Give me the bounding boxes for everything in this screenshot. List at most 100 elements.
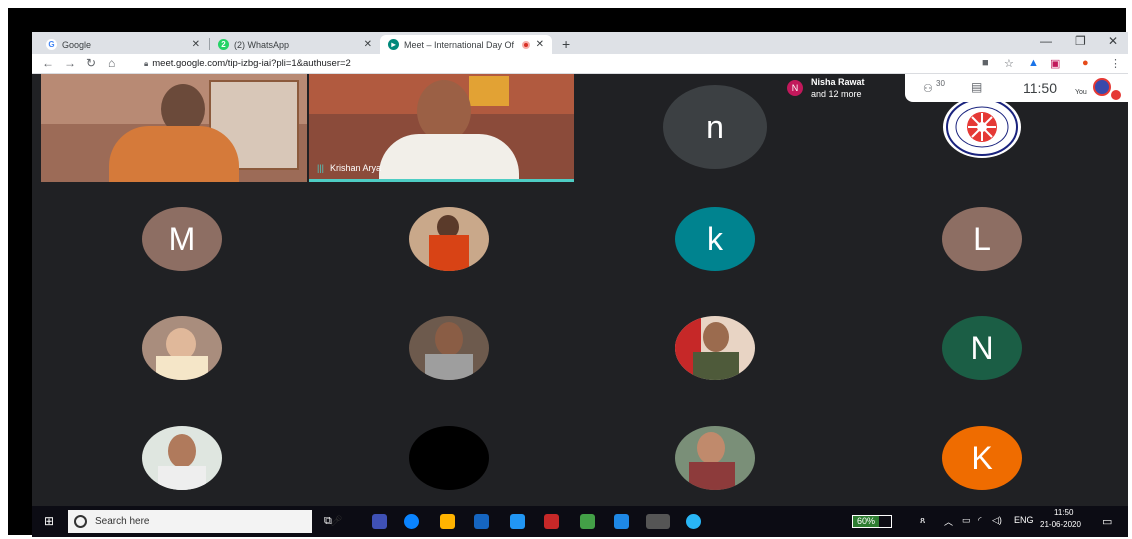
clock-date[interactable]: 21-06-2020 bbox=[1040, 520, 1081, 529]
join-notification[interactable]: N Nisha Rawat and 12 more bbox=[779, 74, 903, 102]
tab-title: Meet – International Day Of bbox=[404, 39, 515, 50]
participant-photo[interactable] bbox=[409, 316, 489, 380]
windows-start-icon[interactable]: ⊞ bbox=[44, 514, 54, 528]
participant-name-tag: ||| Krishan Arya bbox=[317, 163, 381, 173]
minimize-button[interactable]: — bbox=[1040, 34, 1052, 48]
photo-body bbox=[429, 235, 469, 271]
photo-head bbox=[697, 432, 725, 464]
participant-avatar[interactable]: n bbox=[675, 95, 755, 159]
notification-avatar: N bbox=[787, 80, 803, 96]
tab-whatsapp[interactable]: 2 (2) WhatsApp ✕ bbox=[210, 35, 380, 54]
photo-head bbox=[703, 322, 729, 352]
participant-video-tile[interactable] bbox=[41, 74, 307, 182]
photo-head bbox=[435, 322, 463, 356]
people-icon[interactable]: ⚇ bbox=[923, 82, 933, 95]
video-person-body bbox=[379, 134, 519, 179]
close-tab-icon[interactable]: ✕ bbox=[364, 39, 372, 50]
video-person-body bbox=[109, 126, 239, 182]
nss-logo-icon bbox=[943, 96, 1021, 158]
close-window-button[interactable]: ✕ bbox=[1108, 34, 1118, 48]
participant-avatar[interactable] bbox=[409, 426, 489, 490]
forward-icon[interactable]: → bbox=[64, 56, 76, 70]
avatar-letter: N bbox=[970, 329, 994, 366]
people-tray-icon[interactable]: ጸ bbox=[920, 515, 925, 526]
photo-body bbox=[693, 352, 739, 380]
self-avatar[interactable] bbox=[1093, 78, 1111, 96]
notification-center-icon[interactable]: ▭ bbox=[1102, 515, 1112, 528]
participant-photo[interactable] bbox=[409, 207, 489, 271]
extension-icon[interactable]: ▲ bbox=[1028, 57, 1039, 69]
menu-icon[interactable]: ⋮ bbox=[1110, 57, 1121, 70]
telegram-icon[interactable] bbox=[686, 514, 701, 529]
app-icon[interactable] bbox=[372, 514, 387, 529]
avatar-letter: M bbox=[168, 220, 196, 257]
camera-icon[interactable]: ■ bbox=[982, 57, 989, 69]
task-view-icon[interactable]: ⧉ bbox=[324, 515, 332, 528]
participant-photo[interactable] bbox=[675, 426, 755, 490]
notification-name: Nisha Rawat bbox=[811, 77, 865, 87]
reload-icon[interactable]: ↻ bbox=[86, 56, 96, 70]
participant-name: Krishan Arya bbox=[330, 163, 382, 173]
desktop-screen: G Google ✕ 2 (2) WhatsApp ✕ ▸ Meet – Int… bbox=[32, 32, 1128, 537]
whatsapp-icon: 2 bbox=[218, 39, 229, 50]
battery-icon[interactable]: 60% bbox=[852, 515, 892, 528]
you-label: You bbox=[1075, 89, 1087, 96]
wifi-icon[interactable]: ◜ bbox=[978, 515, 982, 526]
windows-taskbar: ⊞ Search here 🎤︎ ⧉ 60% ጸ ︿ ▭ ◜ ◁) ENG 11… bbox=[32, 506, 1128, 537]
participant-avatar[interactable]: k bbox=[675, 207, 755, 271]
meeting-time: 11:50 bbox=[1023, 80, 1057, 96]
back-icon[interactable]: ← bbox=[42, 56, 54, 70]
file-explorer-icon[interactable] bbox=[440, 514, 455, 529]
network-icon[interactable]: ▭ bbox=[962, 515, 971, 526]
participant-photo[interactable] bbox=[142, 426, 222, 490]
app-icon[interactable] bbox=[580, 514, 595, 529]
google-icon: G bbox=[46, 39, 57, 50]
video-poster bbox=[469, 76, 509, 106]
meet-info-panel: ⚇ 30 ▤ 11:50 You bbox=[905, 74, 1128, 102]
participant-avatar[interactable]: K bbox=[942, 426, 1022, 490]
participant-photo[interactable] bbox=[142, 316, 222, 380]
home-icon[interactable]: ⌂ bbox=[108, 56, 115, 70]
tab-meet[interactable]: ▸ Meet – International Day Of ✕ bbox=[380, 35, 552, 54]
clock-time[interactable]: 11:50 bbox=[1054, 508, 1073, 517]
bookmark-star-icon[interactable]: ☆ bbox=[1004, 57, 1014, 70]
chrome-icon[interactable] bbox=[646, 514, 670, 529]
avatar-letter: L bbox=[973, 220, 991, 257]
photo-head bbox=[168, 434, 196, 468]
search-placeholder: Search here bbox=[95, 516, 150, 527]
recording-icon bbox=[522, 40, 530, 49]
avatar-letter: K bbox=[971, 439, 993, 476]
participant-avatar[interactable]: L bbox=[942, 207, 1022, 271]
search-icon bbox=[74, 515, 87, 528]
chevron-up-icon[interactable]: ︿ bbox=[944, 515, 953, 528]
screenshot-frame: G Google ✕ 2 (2) WhatsApp ✕ ▸ Meet – Int… bbox=[8, 8, 1128, 537]
new-tab-button[interactable]: + bbox=[562, 36, 570, 52]
participant-avatar[interactable]: N bbox=[942, 316, 1022, 380]
participant-video-tile[interactable]: ||| Krishan Arya bbox=[309, 74, 574, 182]
close-tab-icon[interactable]: ✕ bbox=[536, 39, 544, 50]
volume-icon[interactable]: ◁) bbox=[992, 515, 1002, 526]
browser-tab-strip: G Google ✕ 2 (2) WhatsApp ✕ ▸ Meet – Int… bbox=[32, 32, 1128, 54]
participant-avatar[interactable]: M bbox=[142, 207, 222, 271]
mail-icon[interactable] bbox=[614, 514, 629, 529]
mcafee-icon[interactable] bbox=[544, 514, 559, 529]
participants-count: 30 bbox=[936, 79, 945, 88]
address-bar[interactable]: 🔒︎ meet.google.com/tip-izbg-iai?pli=1&aut… bbox=[144, 58, 351, 69]
tab-google[interactable]: G Google ✕ bbox=[38, 35, 208, 54]
edge-icon[interactable] bbox=[404, 514, 419, 529]
app-icon[interactable] bbox=[510, 514, 525, 529]
store-icon[interactable] bbox=[474, 514, 489, 529]
meet-icon: ▸ bbox=[388, 39, 399, 50]
extension-icon[interactable]: ▣ bbox=[1050, 57, 1060, 70]
language-indicator[interactable]: ENG bbox=[1014, 515, 1034, 525]
taskbar-search-box[interactable]: Search here 🎤︎ bbox=[68, 510, 343, 533]
participant-photo[interactable] bbox=[675, 316, 755, 380]
nss-logo[interactable] bbox=[942, 95, 1022, 159]
chat-icon[interactable]: ▤ bbox=[971, 80, 982, 94]
photo-body bbox=[156, 356, 208, 380]
maximize-button[interactable]: ❐ bbox=[1075, 34, 1086, 48]
profile-avatar[interactable]: ● bbox=[1082, 57, 1089, 69]
close-tab-icon[interactable]: ✕ bbox=[192, 39, 200, 50]
notification-more: and 12 more bbox=[811, 89, 862, 99]
tab-title: (2) WhatsApp bbox=[234, 39, 290, 50]
